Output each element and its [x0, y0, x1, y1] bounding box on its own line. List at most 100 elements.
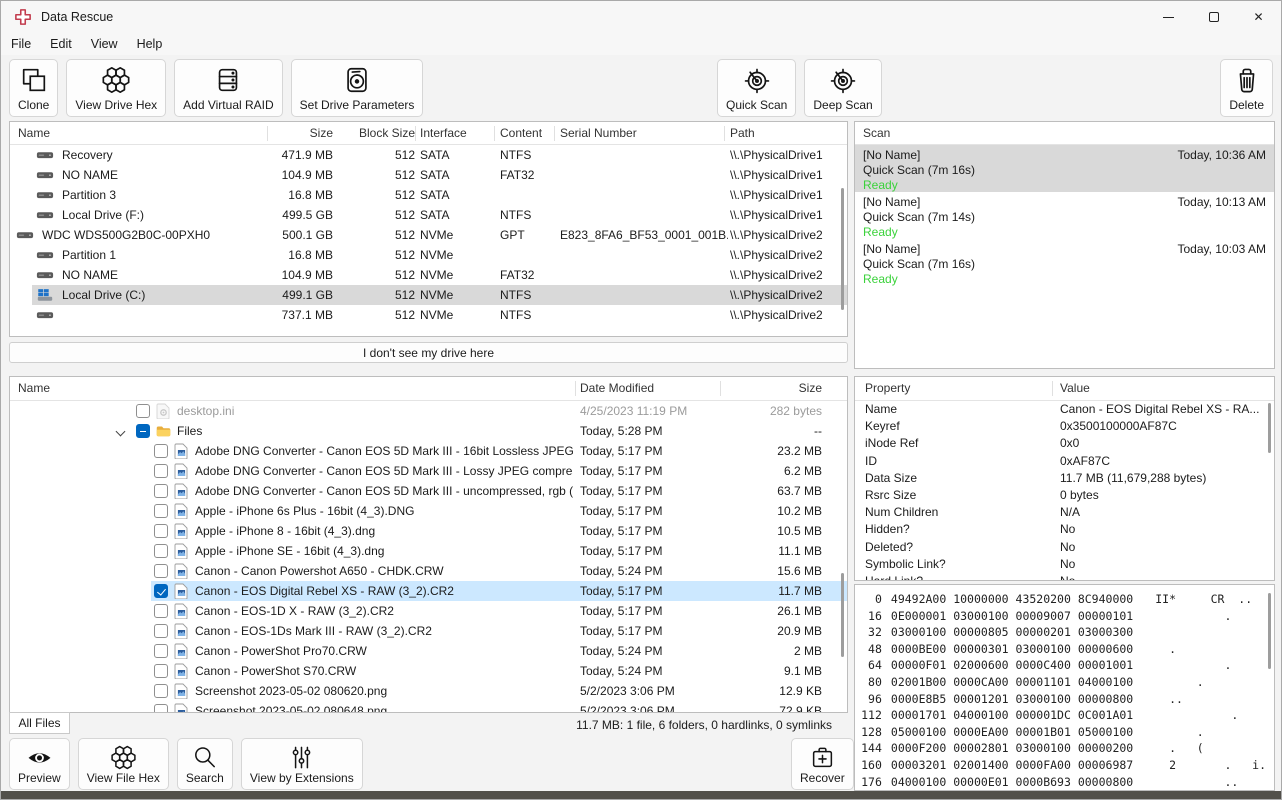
file-checkbox[interactable] [154, 564, 168, 578]
property-row[interactable]: Num Children N/A [855, 504, 1274, 521]
col-size[interactable]: Size [267, 126, 333, 140]
drive-row[interactable]: Partition 3 16.8 MB 512 SATA \\.\Physica… [10, 185, 847, 205]
file-checkbox[interactable] [154, 704, 168, 712]
file-row[interactable]: Canon - PowerShot Pro70.CRW Today, 5:24 … [10, 641, 847, 661]
col-scan[interactable]: Scan [863, 126, 890, 140]
file-row[interactable]: Canon - Canon Powershot A650 - CHDK.CRW … [10, 561, 847, 581]
col-block-size[interactable]: Block Size [333, 126, 415, 140]
drive-row[interactable]: Local Drive (F:) 499.5 GB 512 SATA NTFS … [10, 205, 847, 225]
file-row[interactable]: Adobe DNG Converter - Canon EOS 5D Mark … [10, 441, 847, 461]
preview-button[interactable]: Preview [9, 738, 70, 790]
scan-item[interactable]: [No Name] Today, 10:03 AM Quick Scan (7m… [855, 239, 1274, 286]
col-interface[interactable]: Interface [420, 126, 467, 140]
drive-list-scrollbar[interactable] [841, 188, 844, 310]
view-drive-hex-button[interactable]: View Drive Hex [66, 59, 166, 117]
scan-item[interactable]: [No Name] Today, 10:36 AM Quick Scan (7m… [855, 145, 1274, 192]
drive-row[interactable]: Local Drive (C:) 499.1 GB 512 NVMe NTFS … [10, 285, 847, 305]
file-checkbox[interactable] [154, 664, 168, 678]
close-button[interactable]: ✕ [1236, 1, 1281, 33]
col-value[interactable]: Value [1060, 381, 1090, 395]
file-checkbox[interactable] [154, 644, 168, 658]
col-date-modified[interactable]: Date Modified [580, 381, 654, 395]
property-row[interactable]: Data Size 11.7 MB (11,679,288 bytes) [855, 470, 1274, 487]
file-checkbox[interactable] [154, 504, 168, 518]
file-checkbox[interactable] [154, 544, 168, 558]
file-checkbox[interactable] [136, 424, 150, 438]
menu-help[interactable]: Help [135, 35, 174, 53]
missing-drive-button[interactable]: I don't see my drive here [9, 342, 848, 363]
property-row[interactable]: Keyref 0x3500100000AF87C [855, 418, 1274, 435]
file-checkbox[interactable] [154, 624, 168, 638]
col-path[interactable]: Path [730, 126, 755, 140]
tab-all-files[interactable]: All Files [9, 712, 70, 734]
file-row[interactable]: Apple - iPhone SE - 16bit (4_3).dng Toda… [10, 541, 847, 561]
image-file-icon [174, 503, 189, 519]
file-row[interactable]: Adobe DNG Converter - Canon EOS 5D Mark … [10, 481, 847, 501]
file-row[interactable]: Apple - iPhone 8 - 16bit (4_3).dng Today… [10, 521, 847, 541]
file-checkbox[interactable] [154, 604, 168, 618]
col-file-name[interactable]: Name [18, 381, 50, 395]
set-drive-parameters-button[interactable]: Set Drive Parameters [291, 59, 424, 117]
file-size: 12.9 KB [726, 681, 822, 701]
hex-row: 64 00000F01 02000600 0000C400 00001001 . [861, 657, 1266, 674]
file-row[interactable]: Adobe DNG Converter - Canon EOS 5D Mark … [10, 461, 847, 481]
menu-file[interactable]: File [9, 35, 42, 53]
menu-edit[interactable]: Edit [48, 35, 83, 53]
property-row[interactable]: Symbolic Link? No [855, 556, 1274, 573]
file-checkbox[interactable] [154, 584, 168, 598]
property-row[interactable]: iNode Ref 0x0 [855, 435, 1274, 452]
scan-item[interactable]: [No Name] Today, 10:13 AM Quick Scan (7m… [855, 192, 1274, 239]
col-serial-number[interactable]: Serial Number [560, 126, 637, 140]
file-checkbox[interactable] [154, 484, 168, 498]
deep-scan-button[interactable]: Deep Scan [804, 59, 881, 117]
col-property[interactable]: Property [865, 381, 910, 395]
quick-scan-button[interactable]: Quick Scan [717, 59, 796, 117]
file-row[interactable]: Screenshot 2023-05-02 080620.png 5/2/202… [10, 681, 847, 701]
file-row[interactable]: Files Today, 5:28 PM -- [10, 421, 847, 441]
file-row[interactable]: Canon - EOS-1Ds Mark III - RAW (3_2).CR2… [10, 621, 847, 641]
col-name[interactable]: Name [18, 126, 50, 140]
search-button[interactable]: Search [177, 738, 233, 790]
add-virtual-raid-button[interactable]: Add Virtual RAID [174, 59, 283, 117]
file-row[interactable]: Canon - EOS-1D X - RAW (3_2).CR2 Today, … [10, 601, 847, 621]
property-row[interactable]: Name Canon - EOS Digital Rebel XS - RA..… [855, 401, 1274, 418]
file-checkbox[interactable] [154, 444, 168, 458]
property-row[interactable]: Hard Link? No [855, 573, 1274, 580]
property-row[interactable]: Deleted? No [855, 539, 1274, 556]
file-checkbox[interactable] [136, 404, 150, 418]
col-content[interactable]: Content [500, 126, 542, 140]
view-file-hex-button[interactable]: View File Hex [78, 738, 169, 790]
file-checkbox[interactable] [154, 464, 168, 478]
minimize-button[interactable] [1146, 1, 1191, 33]
recover-button[interactable]: Recover [791, 738, 854, 790]
drive-row[interactable]: NO NAME 104.9 MB 512 NVMe FAT32 \\.\Phys… [10, 265, 847, 285]
file-row[interactable]: Canon - PowerShot S70.CRW Today, 5:24 PM… [10, 661, 847, 681]
col-file-size[interactable]: Size [726, 381, 822, 395]
view-by-extensions-button[interactable]: View by Extensions [241, 738, 363, 790]
file-checkbox[interactable] [154, 684, 168, 698]
hex-scrollbar[interactable] [1268, 593, 1271, 669]
file-row[interactable]: Screenshot 2023-05-02 080648.png 5/2/202… [10, 701, 847, 712]
menu-view[interactable]: View [89, 35, 129, 53]
property-scrollbar[interactable] [1268, 403, 1271, 453]
file-list-scrollbar[interactable] [841, 573, 844, 657]
drive-size: 737.1 MB [267, 305, 333, 325]
maximize-button[interactable] [1191, 1, 1236, 33]
file-name: Apple - iPhone SE - 16bit (4_3).dng [195, 541, 384, 561]
drive-row[interactable]: WDC WDS500G2B0C-00PXH0 500.1 GB 512 NVMe… [10, 225, 847, 245]
file-row[interactable]: desktop.ini 4/25/2023 11:19 PM 282 bytes [10, 401, 847, 421]
property-row[interactable]: Hidden? No [855, 521, 1274, 538]
property-row[interactable]: ID 0xAF87C [855, 453, 1274, 470]
property-row[interactable]: Rsrc Size 0 bytes [855, 487, 1274, 504]
drive-row[interactable]: Partition 1 16.8 MB 512 NVMe \\.\Physica… [10, 245, 847, 265]
delete-button[interactable]: Delete [1220, 59, 1273, 117]
clone-button[interactable]: Clone [9, 59, 58, 117]
file-checkbox[interactable] [154, 524, 168, 538]
drive-row[interactable]: 737.1 MB 512 NVMe NTFS \\.\PhysicalDrive… [10, 305, 847, 325]
drive-row[interactable]: Recovery 471.9 MB 512 SATA NTFS \\.\Phys… [10, 145, 847, 165]
hex-ascii: . [1155, 657, 1266, 674]
drive-row[interactable]: NO NAME 104.9 MB 512 SATA FAT32 \\.\Phys… [10, 165, 847, 185]
file-row[interactable]: Canon - EOS Digital Rebel XS - RAW (3_2)… [10, 581, 847, 601]
file-row[interactable]: Apple - iPhone 6s Plus - 16bit (4_3).DNG… [10, 501, 847, 521]
scan-header: Scan [855, 122, 1274, 145]
